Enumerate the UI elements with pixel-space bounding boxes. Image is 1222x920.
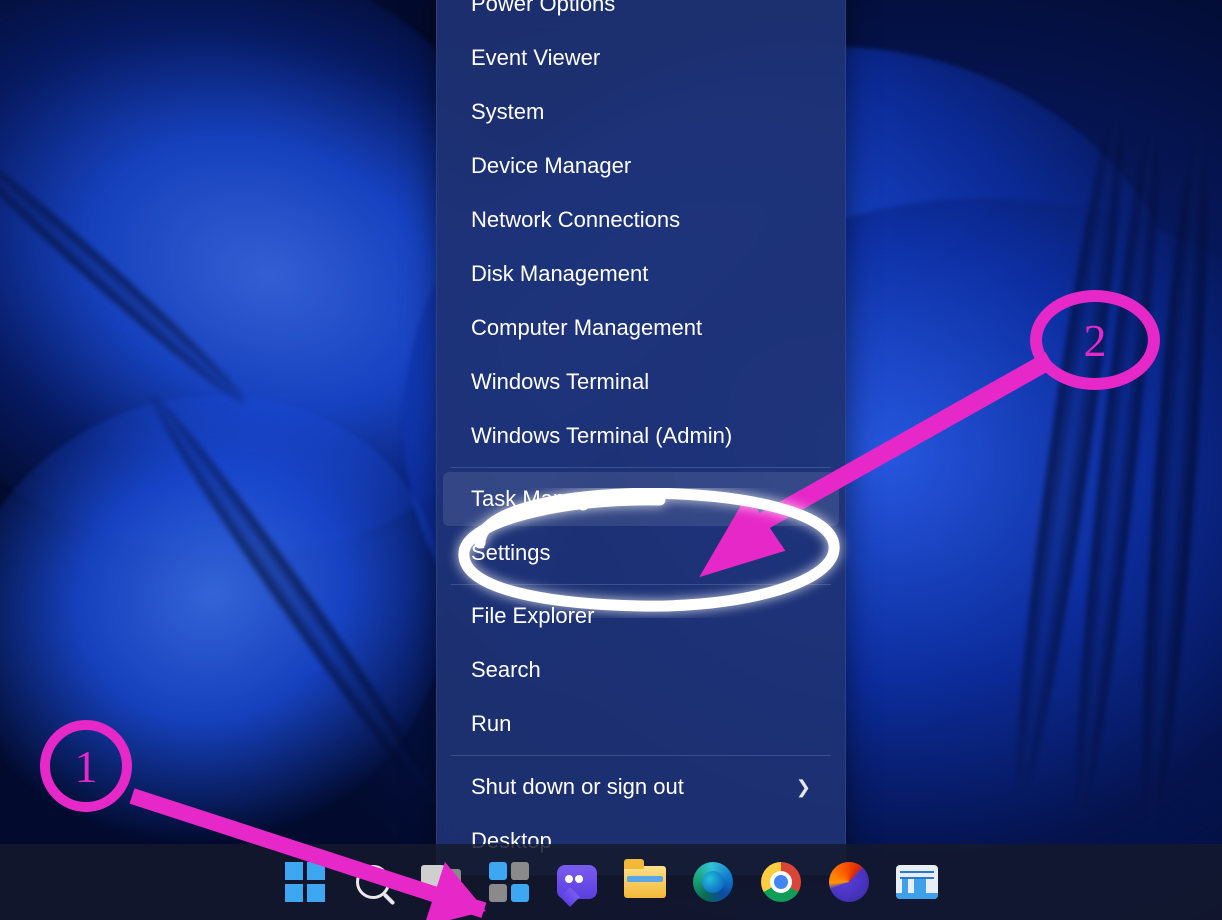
menu-item-label: Device Manager <box>471 153 631 179</box>
annotation-arrow-2 <box>690 330 1070 590</box>
chat-button[interactable] <box>548 853 606 911</box>
menu-item-label: Power Options <box>471 0 615 17</box>
edge-button[interactable] <box>684 853 742 911</box>
menu-item-label: Shut down or sign out <box>471 774 684 800</box>
menu-item-label: Disk Management <box>471 261 648 287</box>
menu-item-label: Windows Terminal <box>471 369 649 395</box>
chrome-button[interactable] <box>752 853 810 911</box>
menu-item-device-manager[interactable]: Device Manager <box>443 139 839 193</box>
chevron-right-icon: ❯ <box>796 777 811 798</box>
annotation-step-1: 1 <box>40 720 132 812</box>
menu-item-label: Network Connections <box>471 207 680 233</box>
performance-monitor-button[interactable] <box>888 853 946 911</box>
file-explorer-button[interactable] <box>616 853 674 911</box>
chat-icon <box>557 865 597 899</box>
menu-item-label: File Explorer <box>471 603 594 629</box>
menu-item-event-viewer[interactable]: Event Viewer <box>443 31 839 85</box>
menu-item-label: Search <box>471 657 541 683</box>
windows-logo-icon <box>285 862 325 902</box>
menu-item-run[interactable]: Run <box>443 697 839 751</box>
menu-item-disk-management[interactable]: Disk Management <box>443 247 839 301</box>
desktop[interactable]: Power Options Event Viewer System Device… <box>0 0 1222 920</box>
edge-icon <box>693 862 733 902</box>
menu-item-system[interactable]: System <box>443 85 839 139</box>
folder-icon <box>624 866 666 898</box>
menu-item-shutdown-signout[interactable]: Shut down or sign out ❯ <box>443 760 839 814</box>
menu-item-label: Run <box>471 711 511 737</box>
chrome-icon <box>761 862 801 902</box>
firefox-button[interactable] <box>820 853 878 911</box>
firefox-icon <box>829 862 869 902</box>
annotation-label: 2 <box>1084 314 1107 367</box>
menu-item-label: Task Manager <box>471 486 609 512</box>
performance-chart-icon <box>896 865 938 899</box>
menu-item-label: Computer Management <box>471 315 702 341</box>
menu-item-network-connections[interactable]: Network Connections <box>443 193 839 247</box>
menu-item-file-explorer[interactable]: File Explorer <box>443 589 839 643</box>
taskbar <box>0 844 1222 920</box>
annotation-label: 1 <box>75 740 98 793</box>
menu-item-label: Event Viewer <box>471 45 600 71</box>
menu-item-label: System <box>471 99 544 125</box>
menu-separator <box>451 755 831 756</box>
menu-item-power-options[interactable]: Power Options <box>443 0 839 31</box>
menu-item-search[interactable]: Search <box>443 643 839 697</box>
menu-item-label: Settings <box>471 540 551 566</box>
